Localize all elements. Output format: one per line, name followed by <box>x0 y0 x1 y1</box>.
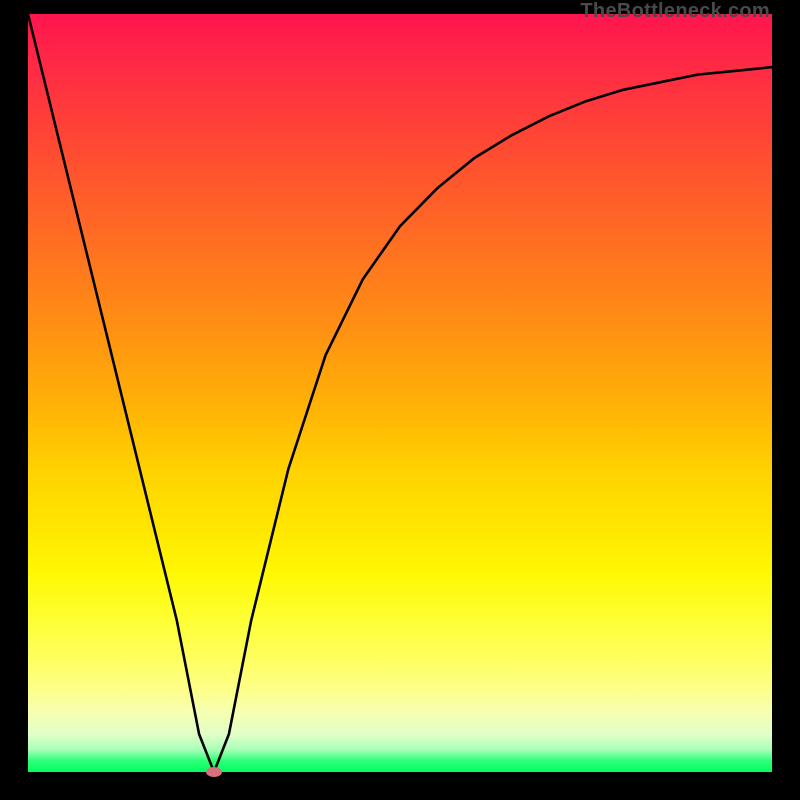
plot-area <box>28 14 772 772</box>
optimal-point-marker <box>206 767 222 777</box>
curve-path <box>28 14 772 772</box>
chart-frame: TheBottleneck.com <box>0 0 800 800</box>
bottleneck-curve <box>28 14 772 772</box>
